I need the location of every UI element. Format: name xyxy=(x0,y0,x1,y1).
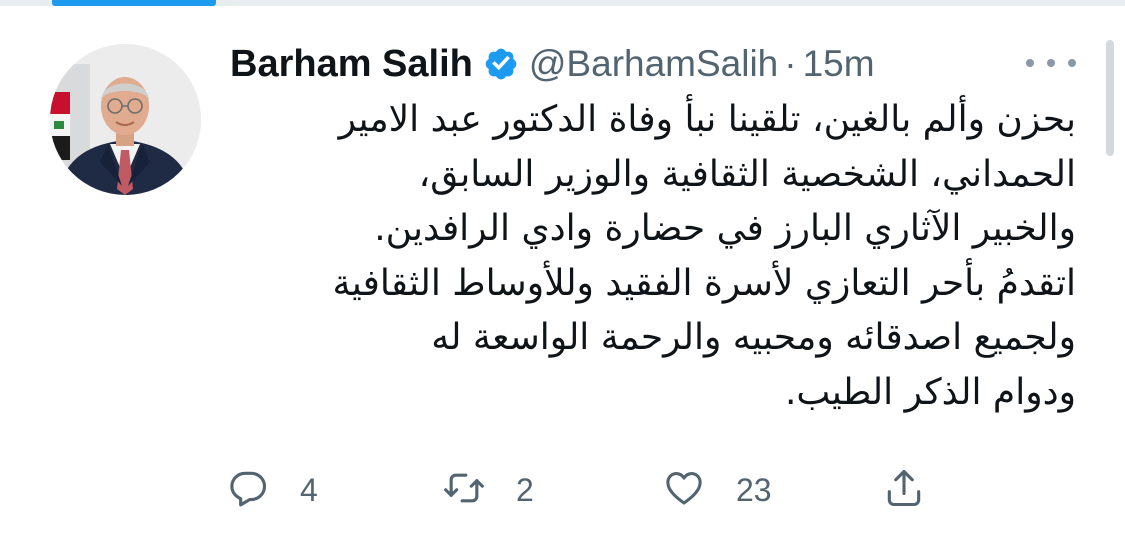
tweet-actions: 4 2 23 xyxy=(226,462,1046,518)
retweet-button[interactable]: 2 xyxy=(442,462,534,518)
heart-icon xyxy=(662,466,706,514)
active-tab-indicator xyxy=(52,0,216,6)
tweet-timestamp[interactable]: 15m xyxy=(803,43,875,85)
avatar[interactable] xyxy=(50,44,201,195)
author-name[interactable]: Barham Salih xyxy=(230,43,473,86)
author-handle[interactable]: @BarhamSalih xyxy=(529,43,778,85)
retweet-count: 2 xyxy=(516,471,534,508)
avatar-portrait xyxy=(50,44,201,195)
verified-badge-icon xyxy=(483,46,519,82)
header-separator: · xyxy=(784,43,797,84)
like-count: 23 xyxy=(736,471,772,508)
more-dots-icon[interactable] xyxy=(1026,48,1076,78)
retweet-icon xyxy=(442,466,486,514)
more-dot xyxy=(1047,59,1055,67)
tweet-header: Barham Salih @BarhamSalih · 15m xyxy=(230,38,875,90)
scrollbar[interactable] xyxy=(1106,40,1114,156)
share-button[interactable] xyxy=(882,462,926,518)
more-dot xyxy=(1068,59,1076,67)
more-dot xyxy=(1026,59,1034,67)
tweet-text: بحزن وألم بالغين، تلقينا نبأ وفاة الدكتو… xyxy=(332,99,1076,413)
reply-button[interactable]: 4 xyxy=(226,462,318,518)
share-upload-icon xyxy=(882,466,926,514)
reply-count: 4 xyxy=(300,471,318,508)
speech-bubble-icon xyxy=(226,466,270,514)
like-button[interactable]: 23 xyxy=(662,462,772,518)
